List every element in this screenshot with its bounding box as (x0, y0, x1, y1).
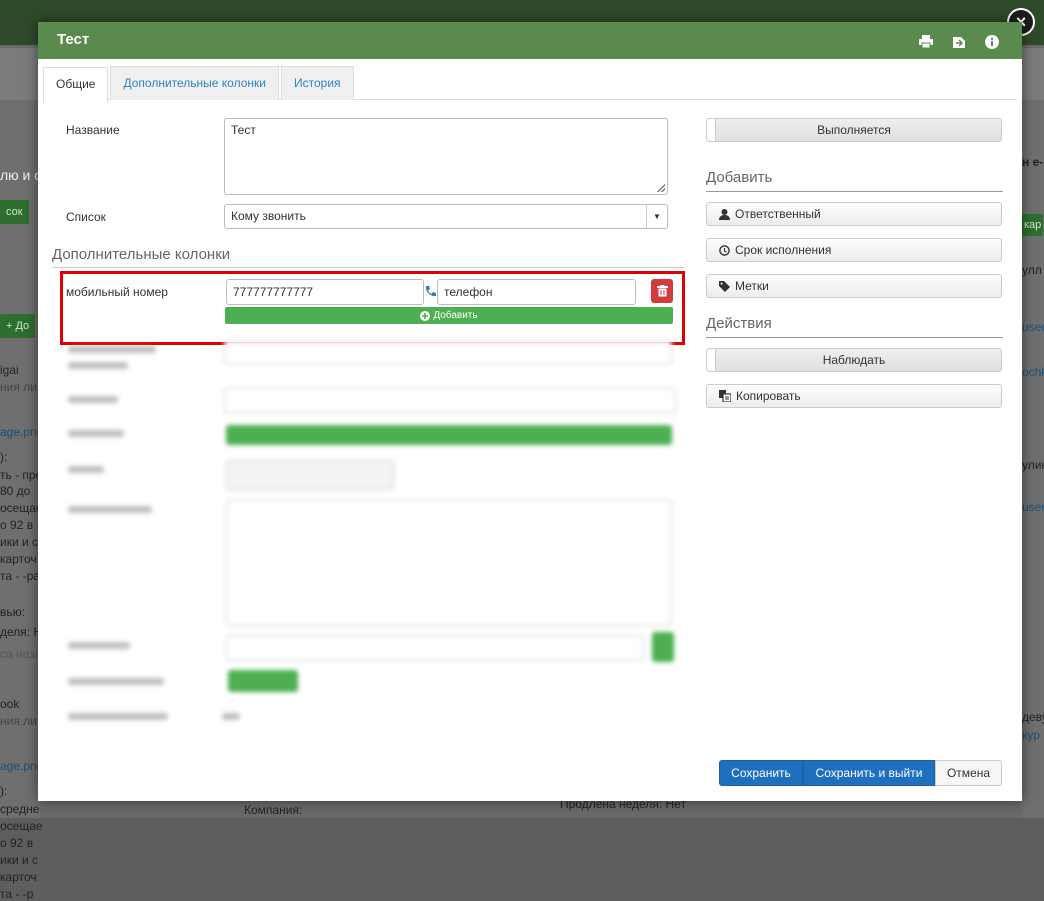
bg-text: деву (1022, 710, 1044, 724)
phone-type-input[interactable]: телефон (437, 279, 636, 305)
watch-toggle[interactable]: Наблюдать (706, 348, 1002, 372)
clock-icon (719, 244, 730, 256)
phone-number-input[interactable]: 777777777777 (226, 279, 424, 305)
modal-title: Тест (57, 31, 90, 48)
bg-text: ния ли (0, 714, 37, 728)
bg-text: улл (1022, 263, 1042, 277)
blurred-form-area (60, 330, 680, 730)
bg-text: igai (0, 363, 19, 377)
modal-header: Тест (38, 22, 1022, 59)
extra-columns-heading: Дополнительные колонки (52, 246, 231, 263)
phone-icon (424, 285, 436, 301)
tab-history[interactable]: История (280, 66, 354, 100)
bg-text: ики и с (0, 853, 39, 867)
tab-extra-columns[interactable]: Дополнительные колонки (110, 66, 279, 100)
bg-link: user (1022, 320, 1044, 334)
divider (52, 267, 684, 268)
add-heading: Добавить (706, 169, 773, 186)
status-label: Выполняется (817, 123, 891, 137)
actions-heading: Действия (706, 315, 772, 332)
bg-list-button: сок (0, 200, 29, 224)
bg-text: деля: Н (0, 625, 43, 639)
bg-text: средне (0, 802, 40, 816)
responsible-button[interactable]: Ответственный (706, 202, 1002, 226)
tags-button[interactable]: Метки (706, 274, 1002, 298)
responsible-label: Ответственный (735, 207, 821, 221)
list-label: Список (66, 210, 106, 224)
deadline-button[interactable]: Срок исполнения (706, 238, 1002, 262)
bg-link: age.png (0, 425, 44, 439)
bg-text: ть - пре (0, 468, 43, 482)
bg-text: осещае (0, 819, 43, 833)
divider (706, 337, 1003, 338)
plus-circle-icon (420, 310, 431, 321)
save-and-exit-button[interactable]: Сохранить и выйти (803, 760, 935, 786)
bg-text: карточ (0, 870, 37, 884)
bg-text: ики и с (0, 535, 39, 549)
cancel-button[interactable]: Отмена (935, 760, 1002, 786)
background-right-column: н е- кар улл user ochk улик user деву ку… (1022, 100, 1044, 818)
name-value: Тест (231, 123, 256, 137)
copy-label: Копировать (736, 389, 801, 403)
delete-button[interactable] (651, 279, 673, 303)
bg-link: age.png (0, 759, 44, 773)
bg-text: улик (1022, 458, 1044, 472)
trash-icon (656, 285, 668, 297)
bg-link: user (1022, 500, 1044, 514)
export-icon[interactable] (950, 34, 967, 49)
watch-label: Наблюдать (822, 353, 886, 367)
print-icon[interactable] (917, 34, 934, 49)
bg-link: ochk (1022, 365, 1044, 379)
tags-label: Метки (735, 279, 769, 293)
bg-text: вью: (0, 605, 25, 619)
toggle-knob (707, 119, 716, 141)
bg-text: Компания: (244, 803, 303, 817)
bg-link: кур (1022, 728, 1040, 742)
info-icon[interactable] (983, 34, 1000, 49)
name-label: Название (66, 123, 120, 137)
bg-text: о 92 в (0, 836, 34, 850)
bg-text: карточ (0, 552, 37, 566)
bg-text: н е- (1022, 155, 1044, 169)
add-phone-button[interactable]: Добавить (225, 307, 673, 324)
bg-text: ook (0, 697, 20, 711)
bg-add-button: + До (0, 314, 36, 338)
add-label: Добавить (433, 310, 478, 321)
background-left-column: лю и с сок + До igai ния ли age.png ): т… (0, 100, 48, 901)
list-select-value: Кому звонить (231, 209, 306, 223)
user-icon (719, 208, 730, 220)
bg-button: кар (1022, 214, 1044, 236)
list-select[interactable]: Кому звонить ▼ (224, 204, 668, 229)
bg-text: осещае (0, 501, 43, 515)
bg-text: та - -р (0, 887, 34, 901)
mobile-number-label: мобильный номер (66, 285, 168, 299)
bg-text: ): (0, 450, 8, 464)
bg-text: ): (0, 784, 8, 798)
header-toolbar (917, 34, 1000, 49)
save-button[interactable]: Сохранить (719, 760, 803, 786)
bg-text: ния ли (0, 380, 37, 394)
bg-text: 80 до (0, 484, 31, 498)
bg-text: о 92 в (0, 518, 34, 532)
status-toggle[interactable]: Выполняется (706, 118, 1002, 142)
tab-general[interactable]: Общие (43, 67, 109, 103)
bg-text: лю и с (0, 167, 42, 183)
tag-icon (719, 280, 730, 292)
copy-icon (719, 390, 731, 402)
divider (706, 191, 1003, 192)
copy-button[interactable]: Копировать (706, 384, 1002, 408)
resize-grip-icon[interactable] (657, 184, 665, 192)
bg-text: та - -ра (0, 569, 41, 583)
toggle-knob (707, 349, 716, 371)
name-textarea[interactable]: Тест (224, 118, 668, 195)
tab-bar: Общие Дополнительные колонки История (43, 65, 1017, 103)
deadline-label: Срок исполнения (735, 243, 832, 257)
chevron-down-icon: ▼ (646, 205, 667, 228)
